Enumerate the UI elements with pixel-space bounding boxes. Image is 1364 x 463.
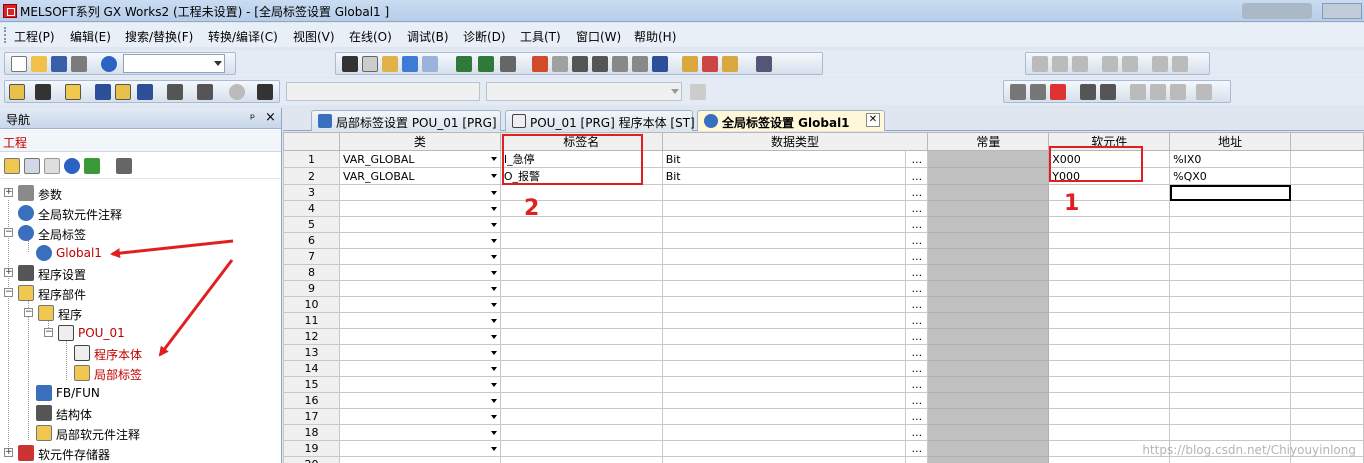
- annotation-arrows: [110, 239, 234, 357]
- arrow-to-program-body: [158, 259, 234, 357]
- arrow-to-global1: [110, 239, 234, 259]
